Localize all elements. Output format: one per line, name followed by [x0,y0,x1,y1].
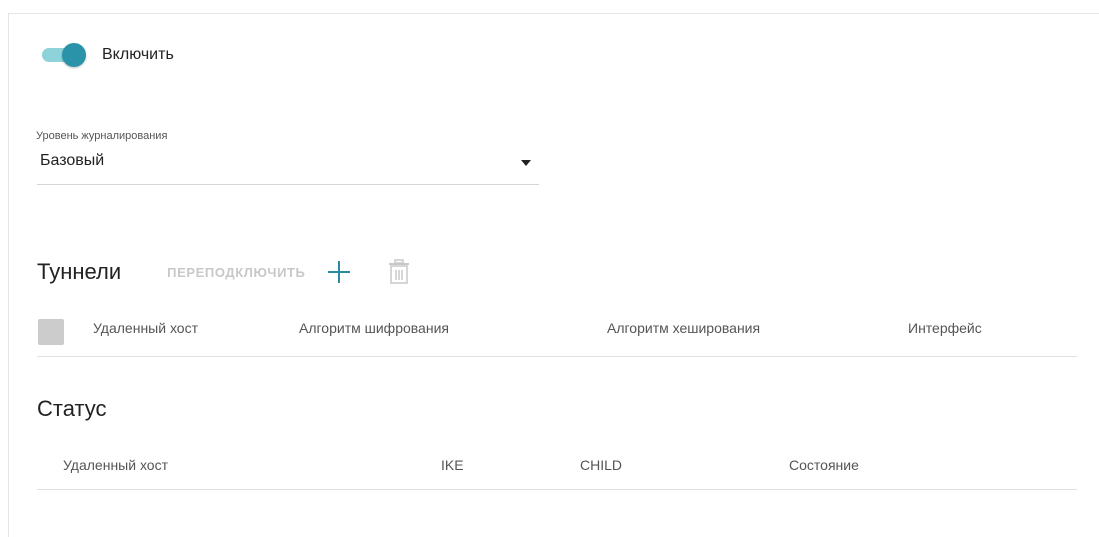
column-header: IKE [441,457,464,473]
log-level-value: Базовый [40,152,105,169]
tunnels-title: Туннели [37,259,122,284]
column-header: Удаленный хост [63,457,168,473]
select-all-checkbox[interactable] [38,319,64,345]
trash-icon[interactable] [388,259,410,285]
column-header: CHILD [580,457,623,473]
log-level-select[interactable]: Базовый [37,150,539,185]
log-level-caption: Уровень журналирования [36,130,168,142]
status-table-header: Удаленный хост IKE CHILD Состояние [37,446,1077,490]
column-header: Алгоритм шифрования [299,320,449,336]
plus-icon[interactable] [326,259,352,285]
enable-row: Включить [40,40,174,70]
tunnels-table-header: Удаленный хост Алгоритм шифрования Алгор… [37,308,1077,357]
tunnels-header: Туннели ПЕРЕПОДКЛЮЧИТЬ [37,255,410,289]
log-level-field: Уровень журналирования Базовый [36,130,539,185]
toggle-knob [62,43,86,67]
column-header: Состояние [789,457,859,473]
reconnect-button[interactable]: ПЕРЕПОДКЛЮЧИТЬ [167,265,305,280]
column-header: Удаленный хост [93,320,198,336]
status-title: Статус [37,396,107,421]
column-header: Алгоритм хеширования [607,320,761,336]
chevron-down-icon [521,160,531,166]
enable-label: Включить [102,46,174,63]
column-header: Интерфейс [908,320,982,336]
enable-toggle[interactable] [40,41,86,69]
